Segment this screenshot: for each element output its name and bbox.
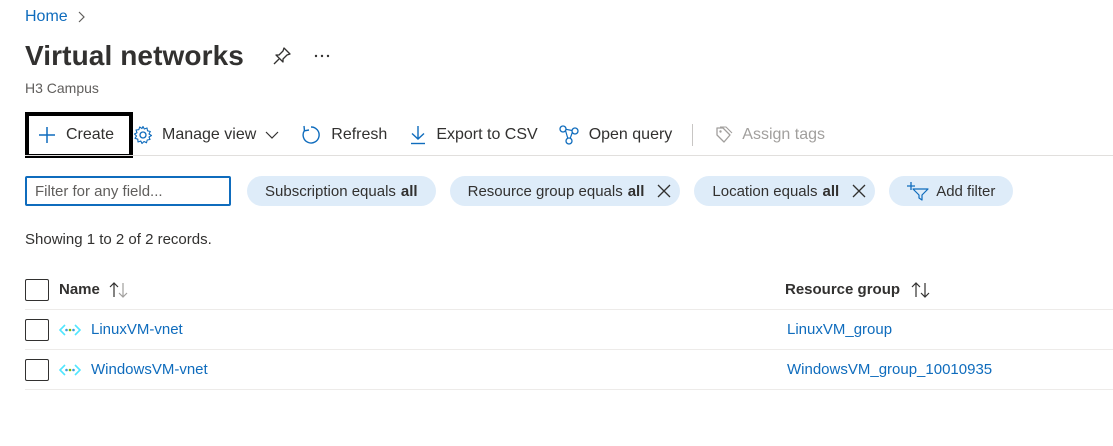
add-filter-label: Add filter xyxy=(936,182,996,200)
select-all-checkbox[interactable] xyxy=(25,278,49,301)
create-label: Create xyxy=(66,126,115,143)
vnet-icon xyxy=(59,363,81,376)
sort-icon xyxy=(109,281,128,298)
add-filter-button[interactable]: Add filter xyxy=(889,176,1014,206)
manage-view-label: Manage view xyxy=(162,126,257,143)
export-csv-label: Export to CSV xyxy=(436,126,538,143)
pill-label: Resource group equals xyxy=(467,182,623,200)
table-row: WindowsVM-vnet WindowsVM_group_10010935 xyxy=(25,350,1113,390)
records-count: Showing 1 to 2 of 2 records. xyxy=(25,231,212,248)
refresh-button[interactable]: Refresh xyxy=(300,113,387,157)
resource-group-column-header[interactable]: Resource group xyxy=(785,281,932,299)
tag-icon xyxy=(716,126,733,143)
toolbar-divider-line xyxy=(25,155,1113,156)
filter-bar: Subscription equals all Resource group e… xyxy=(25,176,1014,206)
title-row: Virtual networks xyxy=(25,40,332,72)
row-checkbox[interactable] xyxy=(25,318,49,341)
download-icon xyxy=(411,126,426,145)
pin-icon[interactable] xyxy=(272,46,292,66)
breadcrumb-home-link[interactable]: Home xyxy=(25,8,68,26)
more-icon[interactable] xyxy=(312,46,332,66)
page-title: Virtual networks xyxy=(25,40,244,71)
create-button[interactable]: Create xyxy=(25,112,133,158)
sort-icon xyxy=(911,281,930,298)
filter-input[interactable] xyxy=(25,176,231,206)
resource-group-link[interactable]: LinuxVM_group xyxy=(787,321,892,338)
name-cell: WindowsVM-vnet xyxy=(59,361,208,378)
chevron-right-icon xyxy=(78,11,85,23)
close-icon[interactable] xyxy=(851,183,867,199)
resource-grid: Name Resource group LinuxVM-vnet LinuxVM… xyxy=(25,270,1113,390)
vnet-icon xyxy=(59,323,81,336)
assign-tags-button[interactable]: Assign tags xyxy=(713,113,825,157)
breadcrumb: Home xyxy=(25,8,86,26)
chevron-down-icon xyxy=(265,131,279,139)
refresh-icon xyxy=(302,125,321,144)
name-column-header[interactable]: Name xyxy=(59,281,130,299)
export-csv-button[interactable]: Export to CSV xyxy=(409,113,538,157)
open-query-label: Open query xyxy=(588,126,673,143)
resource-group-filter-pill[interactable]: Resource group equals all xyxy=(449,176,681,206)
table-row: LinuxVM-vnet LinuxVM_group xyxy=(25,310,1113,350)
command-bar: Create Manage view Refresh Export to CSV… xyxy=(25,112,1113,158)
plus-icon xyxy=(39,127,55,143)
pill-value: all xyxy=(822,182,840,200)
resource-name-link[interactable]: WindowsVM-vnet xyxy=(91,361,208,378)
location-filter-pill[interactable]: Location equals all xyxy=(694,176,876,206)
toolbar-divider xyxy=(692,124,694,146)
pill-value: all xyxy=(627,182,645,200)
close-icon[interactable] xyxy=(656,183,672,199)
pill-label: Location equals xyxy=(712,182,818,200)
assign-tags-label: Assign tags xyxy=(742,126,826,143)
pill-label: Subscription equals xyxy=(265,182,396,200)
add-filter-icon xyxy=(907,182,929,201)
column-label: Resource group xyxy=(785,281,901,298)
name-cell: LinuxVM-vnet xyxy=(59,321,183,338)
subscription-filter-pill[interactable]: Subscription equals all xyxy=(247,176,436,206)
pill-value: all xyxy=(400,182,418,200)
gear-icon xyxy=(133,125,153,145)
row-checkbox[interactable] xyxy=(25,358,49,381)
resource-group-cell: LinuxVM_group xyxy=(787,321,892,338)
resource-group-cell: WindowsVM_group_10010935 xyxy=(787,361,992,378)
resource-name-link[interactable]: LinuxVM-vnet xyxy=(91,321,183,338)
column-label: Name xyxy=(59,281,100,298)
resource-group-link[interactable]: WindowsVM_group_10010935 xyxy=(787,361,992,378)
manage-view-button[interactable]: Manage view xyxy=(133,113,280,157)
refresh-label: Refresh xyxy=(331,126,388,143)
grid-header: Name Resource group xyxy=(25,270,1113,310)
open-query-button[interactable]: Open query xyxy=(558,113,673,157)
query-icon xyxy=(559,125,579,145)
page-subtitle: H3 Campus xyxy=(25,80,99,96)
